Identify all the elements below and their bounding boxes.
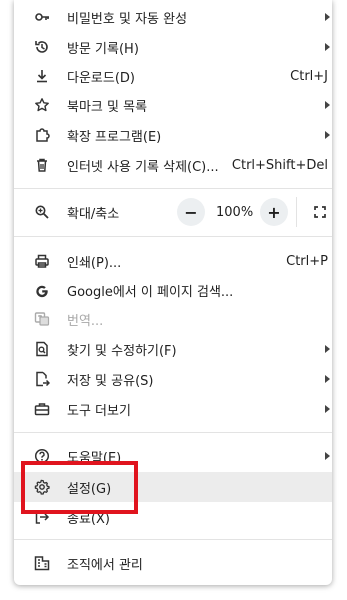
submenu-arrow-icon bbox=[325, 452, 330, 460]
submenu-arrow-icon bbox=[325, 13, 330, 21]
print-shortcut: Ctrl+P bbox=[286, 253, 328, 269]
bookmarks-label: 북마크 및 목록 bbox=[67, 99, 148, 115]
download-icon bbox=[34, 68, 50, 84]
submenu-arrow-icon bbox=[325, 375, 330, 383]
zoom-in-button[interactable]: + bbox=[260, 198, 288, 226]
find-icon bbox=[34, 341, 50, 357]
find-edit-item[interactable]: 찾기 및 수정하기(F) bbox=[14, 334, 332, 364]
submenu-arrow-icon bbox=[325, 101, 330, 109]
puzzle-icon bbox=[34, 127, 50, 143]
google-search-page-label: Google에서 이 페이지 검색... bbox=[67, 284, 234, 300]
highlight-annotation-box bbox=[21, 461, 138, 514]
extensions-label: 확장 프로그램(E) bbox=[67, 129, 162, 145]
submenu-arrow-icon bbox=[325, 43, 330, 51]
more-tools-label: 도구 더보기 bbox=[67, 403, 131, 419]
downloads-item[interactable]: 다운로드(D) Ctrl+J bbox=[14, 61, 332, 91]
toolbox-icon bbox=[34, 401, 50, 417]
bookmarks-item[interactable]: 북마크 및 목록 bbox=[14, 90, 332, 120]
star-icon bbox=[34, 97, 50, 113]
save-share-icon bbox=[34, 371, 50, 387]
fullscreen-icon bbox=[312, 204, 330, 224]
trash-icon bbox=[34, 157, 50, 173]
clear-browsing-data-shortcut: Ctrl+Shift+Del bbox=[231, 157, 328, 173]
menu-divider bbox=[14, 432, 332, 433]
submenu-arrow-icon bbox=[325, 131, 330, 139]
downloads-shortcut: Ctrl+J bbox=[290, 68, 328, 84]
submenu-arrow-icon bbox=[325, 405, 330, 413]
clear-browsing-data-label: 인터넷 사용 기록 삭제(C)... bbox=[67, 159, 219, 175]
history-item[interactable]: 방문 기록(H) bbox=[14, 32, 332, 62]
downloads-label: 다운로드(D) bbox=[67, 70, 135, 86]
menu-divider bbox=[14, 236, 332, 237]
translate-icon bbox=[34, 311, 50, 327]
save-share-label: 저장 및 공유(S) bbox=[67, 373, 154, 389]
menu-divider bbox=[14, 539, 332, 540]
google-icon bbox=[34, 282, 50, 298]
fullscreen-button[interactable] bbox=[312, 204, 330, 220]
printer-icon bbox=[34, 253, 50, 269]
extensions-item[interactable]: 확장 프로그램(E) bbox=[14, 120, 332, 150]
menu-divider bbox=[14, 188, 332, 189]
building-icon bbox=[34, 555, 50, 571]
find-edit-label: 찾기 및 수정하기(F) bbox=[67, 343, 177, 359]
print-item[interactable]: 인쇄(P)... Ctrl+P bbox=[14, 246, 332, 276]
password-autofill-item[interactable]: 비밀번호 및 자동 완성 bbox=[14, 2, 332, 32]
clear-browsing-data-item[interactable]: 인터넷 사용 기록 삭제(C)... Ctrl+Shift+Del bbox=[14, 150, 332, 180]
zoom-label: 확대/축소 bbox=[67, 206, 120, 222]
translate-item: 번역... bbox=[14, 304, 332, 334]
password-autofill-label: 비밀번호 및 자동 완성 bbox=[67, 11, 188, 27]
zoom-divider bbox=[296, 197, 297, 227]
google-search-page-item[interactable]: Google에서 이 페이지 검색... bbox=[14, 275, 332, 305]
history-label: 방문 기록(H) bbox=[67, 41, 139, 57]
submenu-arrow-icon bbox=[325, 345, 330, 353]
translate-label: 번역... bbox=[67, 313, 104, 329]
print-label: 인쇄(P)... bbox=[67, 255, 122, 271]
zoom-level-value: 100% bbox=[216, 205, 254, 220]
zoom-out-button[interactable]: − bbox=[177, 198, 205, 226]
managed-by-org-label: 조직에서 관리 bbox=[67, 557, 143, 573]
save-share-item[interactable]: 저장 및 공유(S) bbox=[14, 364, 332, 394]
zoom-icon bbox=[34, 204, 50, 220]
history-icon bbox=[34, 39, 50, 55]
more-tools-item[interactable]: 도구 더보기 bbox=[14, 394, 332, 424]
key-icon bbox=[34, 9, 50, 25]
managed-by-org-item[interactable]: 조직에서 관리 bbox=[14, 548, 332, 578]
